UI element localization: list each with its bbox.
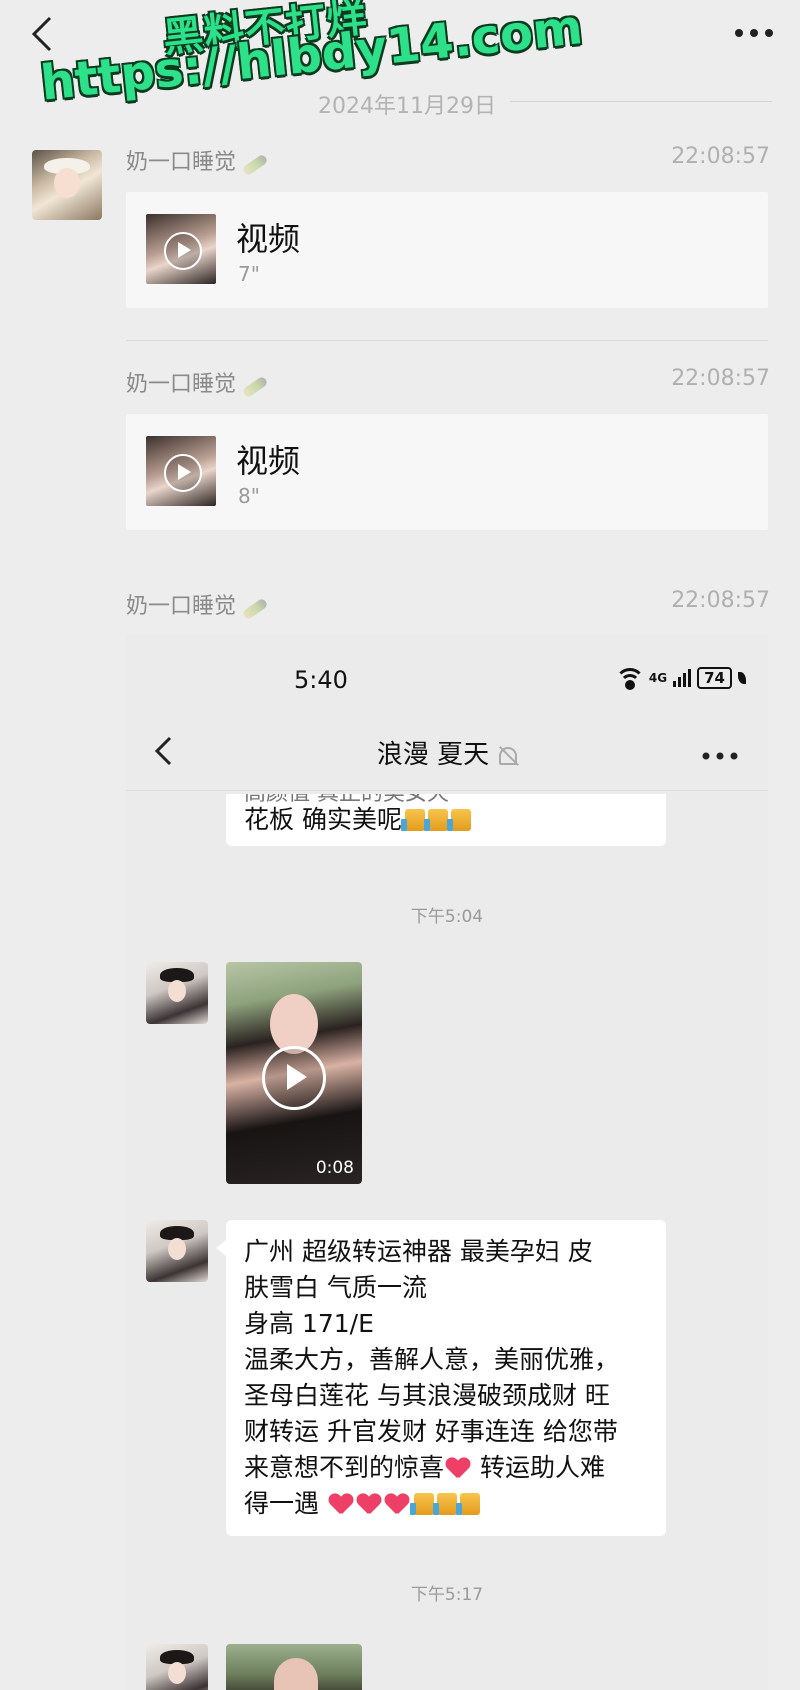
inner-more-icon bbox=[702, 752, 738, 760]
video-message-card[interactable]: 视频 7" bbox=[126, 192, 768, 308]
bubble-text: 得一遇 bbox=[244, 1489, 327, 1518]
video-label: 视频 bbox=[236, 442, 301, 480]
bubble-line: 温柔大方，善解人意，美丽优雅， bbox=[244, 1345, 620, 1374]
date-text: 2024年11月29日 bbox=[304, 88, 510, 120]
message-3-header: 奶一口睡觉 bbox=[126, 588, 269, 621]
message-time: 22:08:57 bbox=[671, 366, 770, 391]
video-duration: 8" bbox=[238, 484, 260, 508]
bubble-text: 转运助人难 bbox=[472, 1453, 605, 1482]
status-time: 5:40 bbox=[294, 666, 348, 694]
inner-video-thumbnail: 0:08 bbox=[226, 962, 362, 1184]
inner-header-divider bbox=[126, 790, 768, 791]
thumbs-up-icon bbox=[409, 1493, 434, 1515]
message-2-header: 奶一口睡觉 bbox=[126, 366, 269, 399]
video-message-card[interactable]: 视频 8" bbox=[126, 414, 768, 530]
bubble-line: 肤雪白 气质一流 bbox=[244, 1273, 427, 1302]
play-icon bbox=[262, 1046, 326, 1110]
baby-bottle-icon bbox=[241, 596, 269, 621]
leaf-icon bbox=[738, 672, 746, 684]
message-time: 22:08:57 bbox=[671, 144, 770, 169]
date-line-right bbox=[484, 101, 772, 102]
message-time: 22:08:57 bbox=[671, 588, 770, 613]
inner-avatar bbox=[146, 962, 208, 1024]
play-icon[interactable] bbox=[164, 454, 202, 492]
signal-icon bbox=[673, 669, 692, 687]
video-thumbnail[interactable] bbox=[146, 214, 216, 284]
thumbs-up-icon bbox=[455, 1493, 480, 1515]
message-separator bbox=[126, 340, 768, 341]
back-chevron-icon[interactable] bbox=[24, 12, 64, 56]
message-1-header: 奶一口睡觉 bbox=[126, 144, 269, 177]
thumbs-up-icon bbox=[423, 809, 448, 831]
video-thumbnail[interactable] bbox=[146, 436, 216, 506]
screenshot-image-message[interactable]: 5:40 4G 74 浪漫 夏天 高颜值 真正的美女天 花板 确实美呢 下午5:… bbox=[126, 634, 768, 1690]
play-icon[interactable] bbox=[164, 232, 202, 270]
status-icons: 4G 74 bbox=[614, 664, 746, 692]
inner-chat-title: 浪漫 夏天 bbox=[126, 734, 768, 771]
sender-name: 奶一口睡觉 bbox=[126, 594, 237, 619]
heart-icon bbox=[385, 1494, 409, 1516]
thumbs-up-icon bbox=[432, 1493, 457, 1515]
more-dots-icon[interactable] bbox=[734, 28, 774, 38]
sender-name: 奶一口睡觉 bbox=[126, 150, 237, 175]
bubble-line: 财转运 升官发财 好事连连 给您带 bbox=[244, 1417, 618, 1446]
bubble-line: 圣母白莲花 与其浪漫破颈成财 旺 bbox=[244, 1381, 610, 1410]
inner-text-bubble: 高颜值 真正的美女天 花板 确实美呢 bbox=[226, 794, 666, 846]
video-duration: 0:08 bbox=[315, 1158, 354, 1178]
video-label: 视频 bbox=[236, 220, 301, 258]
heart-icon bbox=[446, 1458, 470, 1480]
inner-long-text-bubble: 广州 超级转运神器 最美孕妇 皮 肤雪白 气质一流 身高 171/E 温柔大方，… bbox=[216, 1220, 666, 1536]
heart-icon bbox=[357, 1494, 381, 1516]
inner-chat-title-text: 浪漫 夏天 bbox=[376, 740, 490, 770]
video-duration: 7" bbox=[238, 262, 260, 286]
network-type: 4G bbox=[648, 671, 668, 685]
bubble-line-8: 得一遇 bbox=[244, 1486, 648, 1522]
bubble-line-7: 来意想不到的惊喜 转运助人难 bbox=[244, 1450, 648, 1486]
sender-name: 奶一口睡觉 bbox=[126, 372, 237, 397]
inner-timestamp: 下午5:04 bbox=[410, 907, 484, 927]
mute-bell-icon bbox=[499, 746, 518, 765]
thumbs-up-icon bbox=[446, 809, 471, 831]
inner-timestamp: 下午5:17 bbox=[410, 1585, 484, 1605]
bubble-line: 广州 超级转运神器 最美孕妇 皮 bbox=[244, 1237, 593, 1266]
baby-bottle-icon bbox=[241, 374, 269, 399]
inner-avatar bbox=[146, 1644, 208, 1690]
baby-bottle-icon bbox=[241, 152, 269, 177]
wifi-icon bbox=[614, 668, 645, 690]
battery-level: 74 bbox=[697, 667, 732, 689]
inner-video-thumbnail-partial bbox=[226, 1644, 362, 1690]
inner-avatar bbox=[146, 1220, 208, 1282]
thumbs-up-icon bbox=[400, 809, 425, 831]
bubble-line: 身高 171/E bbox=[244, 1309, 374, 1338]
sender-avatar[interactable] bbox=[32, 150, 102, 220]
heart-icon bbox=[329, 1494, 353, 1516]
bubble-text: 来意想不到的惊喜 bbox=[244, 1453, 445, 1482]
